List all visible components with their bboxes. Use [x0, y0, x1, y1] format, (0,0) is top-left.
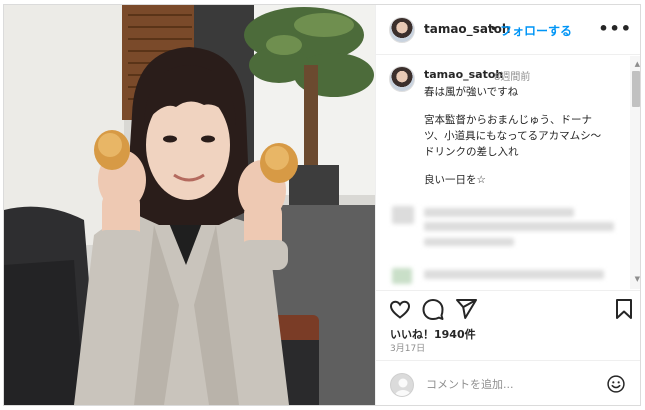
caption-line: 宮本監督からおまんじゅう、ドーナ: [424, 114, 592, 126]
more-options-icon[interactable]: •••: [598, 19, 632, 38]
heart-icon[interactable]: [388, 297, 412, 321]
bookmark-icon[interactable]: [612, 297, 636, 321]
instagram-post: tamao_satoh • フォローする ••• tamao_satoh 8週間…: [3, 4, 641, 406]
post-date[interactable]: 3月17日: [390, 341, 425, 354]
blurred-comment: [424, 222, 614, 231]
blurred-comment: [424, 238, 514, 246]
separator-dot: •: [490, 22, 498, 36]
username-link[interactable]: tamao_satoh: [424, 22, 510, 36]
avatar[interactable]: [389, 17, 415, 43]
caption-line: ドリンクの差し入れ: [424, 146, 519, 158]
emoji-icon[interactable]: [606, 374, 626, 394]
comment-icon[interactable]: [421, 297, 445, 321]
post-header: tamao_satoh • フォローする •••: [376, 5, 640, 55]
caption-line: 春は風が強いですね: [424, 86, 519, 98]
scroll-down-arrow-icon[interactable]: ▼: [635, 275, 640, 283]
caption-line: ツ、小道具にもなってるアカマムシ〜: [424, 130, 602, 142]
post-side-panel: tamao_satoh • フォローする ••• tamao_satoh 8週間…: [375, 5, 640, 405]
comments-section: tamao_satoh 8週間前 春は風が強いですね 宮本監督からおまんじゅう、…: [376, 56, 640, 289]
comment-input[interactable]: [426, 375, 596, 393]
caption-timestamp[interactable]: 8週間前: [494, 68, 530, 83]
blurred-comment: [424, 270, 604, 279]
post-actions: いいね！1940件 3月17日: [376, 290, 640, 354]
scrollbar-thumb[interactable]: [632, 71, 640, 107]
caption-line: 良い一日を☆: [424, 174, 486, 186]
caption-avatar[interactable]: [389, 66, 415, 92]
default-avatar-icon: [395, 378, 411, 396]
current-user-avatar: [390, 373, 414, 397]
caption-username[interactable]: tamao_satoh: [424, 68, 503, 81]
post-photo[interactable]: [4, 5, 375, 405]
photo-illustration: [4, 5, 375, 405]
blurred-comment: [424, 208, 574, 217]
share-icon[interactable]: [454, 297, 478, 321]
comment-composer: [376, 360, 640, 405]
blurred-avatar: [392, 268, 412, 284]
blurred-avatar: [392, 206, 414, 224]
like-count[interactable]: いいね！1940件: [390, 326, 476, 342]
scroll-up-arrow-icon[interactable]: ▲: [635, 60, 640, 68]
follow-button[interactable]: フォローする: [500, 22, 572, 39]
